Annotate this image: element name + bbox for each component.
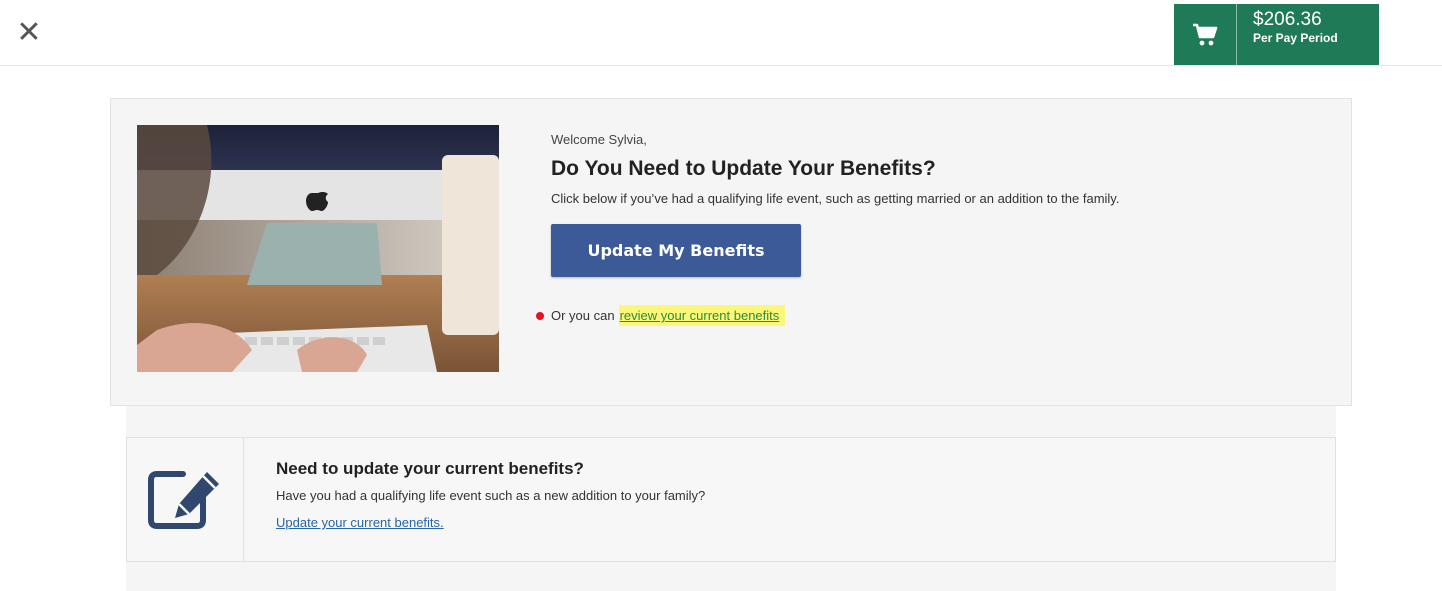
edit-icon xyxy=(127,438,244,561)
cart-summary[interactable]: $206.36 Per Pay Period xyxy=(1174,4,1379,65)
review-benefits-line: Or you can review your current benefits xyxy=(536,305,786,326)
or-text: Or you can xyxy=(551,308,615,323)
cart-icon[interactable] xyxy=(1174,4,1237,65)
card-description: Have you had a qualifying life event suc… xyxy=(276,488,706,503)
hero-description: Click below if you’ve had a qualifying l… xyxy=(551,191,1120,206)
cart-amount: $206.36 xyxy=(1253,9,1322,30)
update-benefits-content: Welcome Sylvia, Do You Need to Update Yo… xyxy=(551,132,1331,277)
update-my-benefits-button[interactable]: Update My Benefits xyxy=(551,224,801,277)
cart-period: Per Pay Period xyxy=(1253,31,1338,45)
update-benefits-card: Need to update your current benefits? Ha… xyxy=(126,437,1336,562)
review-current-benefits-link[interactable]: review your current benefits xyxy=(618,305,786,326)
desk-computer-photo xyxy=(137,125,499,372)
update-benefits-panel: Welcome Sylvia, Do You Need to Update Yo… xyxy=(110,98,1352,406)
update-current-benefits-link[interactable]: Update your current benefits. xyxy=(276,515,444,530)
red-dot-marker xyxy=(536,311,544,320)
welcome-message: Welcome Sylvia, xyxy=(551,132,647,147)
top-bar: ✕ $206.36 Per Pay Period xyxy=(0,0,1442,66)
card-content: Need to update your current benefits? Ha… xyxy=(276,459,705,532)
cart-total: $206.36 Per Pay Period xyxy=(1237,4,1338,65)
card-title: Need to update your current benefits? xyxy=(276,459,584,478)
close-icon[interactable]: ✕ xyxy=(14,14,44,50)
page-title: Do You Need to Update Your Benefits? xyxy=(551,157,936,180)
